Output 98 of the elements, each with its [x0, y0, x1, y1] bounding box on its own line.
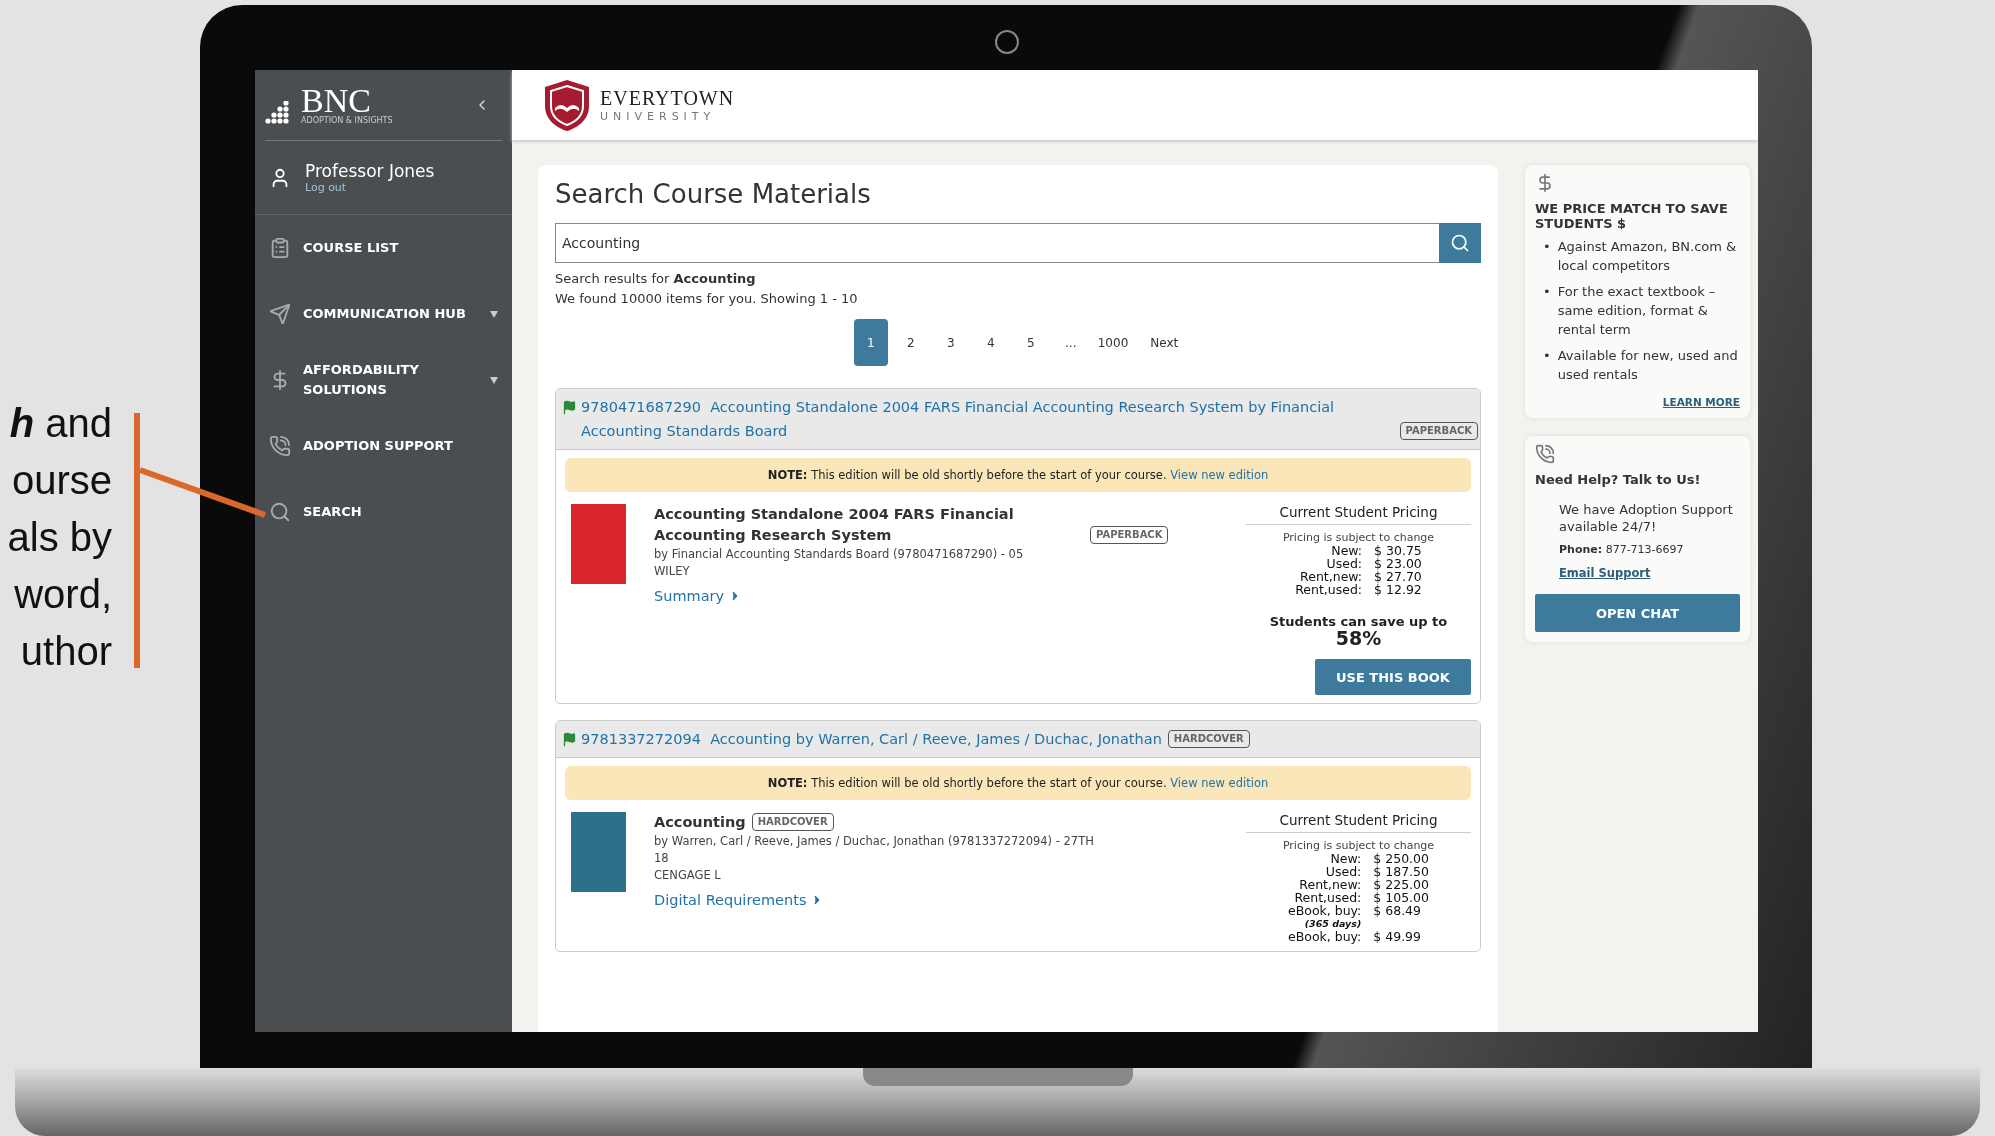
- nav-icon: [269, 501, 291, 523]
- price-label: New:: [1330, 544, 1363, 557]
- page-link[interactable]: 2: [893, 319, 928, 366]
- binding-label: PAPERBACK: [1090, 526, 1169, 544]
- pricing-note: Pricing is subject to change: [1282, 839, 1435, 852]
- nav-item[interactable]: ADOPTION SUPPORT: [255, 413, 512, 479]
- book-detail: WILEY: [654, 563, 691, 580]
- price-label: eBook, buy:: [1288, 904, 1362, 917]
- pricing-heading: Current Student Pricing: [1246, 812, 1471, 833]
- price-value: $ 49.99: [1373, 930, 1423, 943]
- nav-icon: [269, 435, 291, 457]
- search-button[interactable]: [1439, 223, 1481, 263]
- edition-note: NOTE: This edition will be old shortly before the start of your course. View new edition: [565, 766, 1471, 800]
- bullet-mark: •: [1543, 347, 1551, 365]
- price-value: $ 23.00: [1374, 557, 1422, 570]
- pricing-heading: Current Student Pricing: [1246, 504, 1471, 525]
- result-title-link[interactable]: 9780471687290 Accounting Standalone 2004 FARS Financial Accounting Research System by Financial Accounting Standards Board: [581, 395, 1394, 443]
- price-label: Rent,new:: [1298, 878, 1362, 891]
- price-label: eBook, buy:: [1288, 930, 1362, 943]
- bullet-text: Against Amazon, BN.com & local competitors: [1557, 238, 1738, 275]
- use-book-button[interactable]: USE THIS BOOK: [1315, 659, 1471, 695]
- flag-icon: [562, 400, 577, 415]
- savings-percent: 58%: [1335, 629, 1382, 647]
- price-value: $ 12.92: [1374, 583, 1422, 596]
- callout-text: als by: [7, 514, 112, 561]
- nav-item[interactable]: COURSE LIST: [255, 215, 512, 281]
- price-label: Used:: [1324, 865, 1362, 878]
- price-term: (365 days): [1303, 918, 1362, 930]
- help-text: We have Adoption Support available 24/7!: [1559, 501, 1734, 535]
- binding-label: HARDCOVER: [751, 813, 834, 831]
- shield-logo-icon: [542, 78, 592, 132]
- bullet-mark: •: [1543, 238, 1551, 256]
- price-value: $ 105.00: [1373, 891, 1429, 904]
- search-field[interactable]: Accounting: [555, 223, 1439, 263]
- page-title: Search Course Materials: [555, 179, 872, 209]
- result-title-link[interactable]: 9781337272094 Accounting by Warren, Carl / Reeve, James / Duchac, Jonathan: [581, 727, 1162, 751]
- price-value: $ 187.50: [1373, 865, 1429, 878]
- phone-icon: [1535, 444, 1555, 464]
- new-edition-link[interactable]: View new edition: [1170, 468, 1269, 482]
- book-detail: 18: [654, 850, 670, 867]
- search-icon: [1450, 233, 1470, 253]
- savings-text: Students can save up to: [1269, 614, 1448, 629]
- callout-text: uthor: [20, 628, 112, 675]
- card-title: WE PRICE MATCH TO SAVE STUDENTS $: [1535, 201, 1729, 231]
- new-edition-link[interactable]: View new edition: [1170, 776, 1269, 790]
- price-label: Rent,used:: [1293, 891, 1362, 904]
- bullet-text: For the exact textbook – same edition, format & rental term: [1557, 283, 1717, 339]
- page-link[interactable]: 1000: [1093, 319, 1133, 366]
- email-link[interactable]: Email Support: [1559, 566, 1740, 580]
- nav-icon: [269, 303, 291, 325]
- price-label: Used:: [1325, 557, 1363, 570]
- learn-more-link[interactable]: LEARN MORE: [1535, 396, 1740, 408]
- bullet-mark: •: [1543, 283, 1551, 301]
- university-subtitle: UNIVERSITY: [600, 110, 717, 123]
- page-link[interactable]: 5: [1013, 319, 1048, 366]
- nav-item[interactable]: AFFORDABILITY SOLUTIONS: [255, 347, 512, 413]
- callout-text: h and: [9, 400, 112, 447]
- user-name: Professor Jones: [305, 161, 435, 181]
- university-name: EVERYTOWN: [600, 87, 735, 110]
- results-count-text: We found 10000 items for you. Showing 1 - 10: [555, 290, 859, 308]
- next-link[interactable]: Next: [1146, 319, 1183, 366]
- expand-link[interactable]: Digital Requirements: [654, 892, 825, 908]
- book-detail: by Warren, Carl / Reeve, James / Duchac, Jonathan (9781337272094) - 27TH: [654, 833, 1095, 850]
- price-value: $ 225.00: [1373, 878, 1429, 891]
- pricing-note: Pricing is subject to change: [1282, 531, 1435, 544]
- price-label: Rent,used:: [1295, 583, 1363, 596]
- price-value: $ 250.00: [1373, 852, 1429, 865]
- logo: BNC ADOPTION & INSIGHTS: [265, 85, 393, 125]
- page-link[interactable]: 4: [973, 319, 1008, 366]
- nav-item[interactable]: COMMUNICATION HUB: [255, 281, 512, 347]
- nav-item[interactable]: SEARCH: [255, 479, 512, 545]
- open-chat-button[interactable]: OPEN CHAT: [1535, 594, 1740, 632]
- edition-note: NOTE: This edition will be old shortly before the start of your course. View new edition: [565, 458, 1471, 492]
- bullet-text: Available for new, used and used rentals: [1557, 347, 1739, 384]
- flag-icon: [562, 732, 577, 747]
- callout-text: word,: [14, 571, 112, 618]
- price-value: $ 27.70: [1374, 570, 1422, 583]
- logout-link[interactable]: Log out: [305, 181, 435, 194]
- book-detail: by Financial Accounting Standards Board (9780471687290) - 05: [654, 546, 1025, 563]
- page-link[interactable]: 3: [933, 319, 968, 366]
- binding-label: PAPERBACK: [1399, 422, 1478, 440]
- results-for-text: Search results for Accounting: [555, 270, 757, 288]
- page-link[interactable]: ...: [1053, 319, 1088, 366]
- page-link[interactable]: 1: [853, 319, 888, 366]
- callout-text: ourse: [11, 457, 112, 504]
- binding-label: HARDCOVER: [1167, 730, 1250, 748]
- card-title: Need Help? Talk to Us!: [1535, 472, 1702, 487]
- price-label: New:: [1329, 852, 1362, 865]
- book-title: Accounting: [654, 813, 746, 832]
- phone-text: Phone: 877-713-6697: [1559, 543, 1685, 556]
- camera-icon: [995, 30, 1019, 54]
- nav-icon: [269, 237, 291, 259]
- price-value: $ 30.75: [1374, 544, 1422, 557]
- book-title: Accounting Standalone 2004 FARS Financial Accounting Research System: [654, 505, 1015, 545]
- expand-link[interactable]: Summary: [654, 588, 743, 604]
- price-value: $ 68.49: [1373, 904, 1423, 917]
- price-label: Rent,new:: [1299, 570, 1363, 583]
- book-detail: CENGAGE L: [654, 867, 722, 884]
